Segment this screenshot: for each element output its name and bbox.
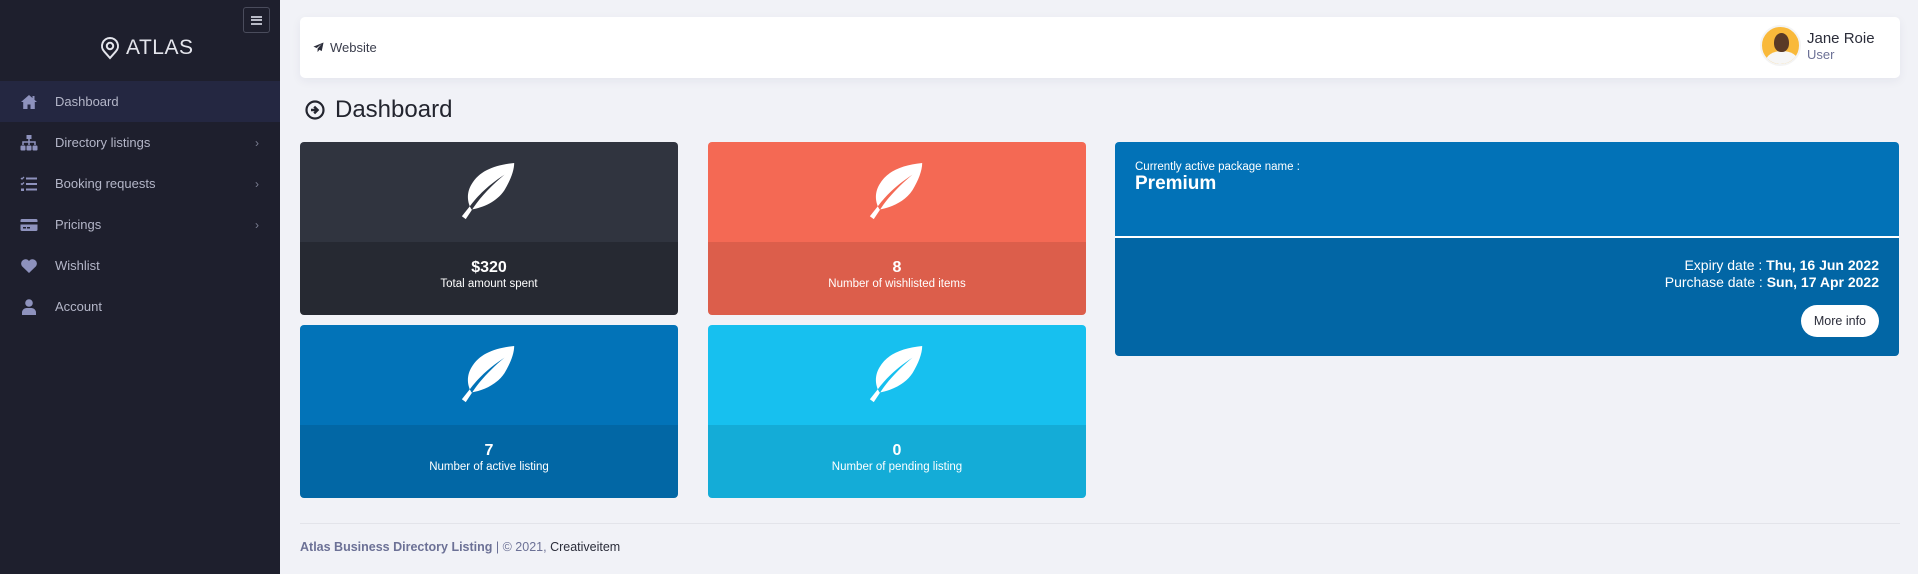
- sidebar-item-label: Booking requests: [55, 176, 156, 191]
- footer-divider: [300, 523, 1900, 524]
- purchase-date: Purchase date : Sun, 17 Apr 2022: [1665, 274, 1879, 291]
- stat-value: 8: [892, 258, 902, 276]
- credit-card-icon: [20, 217, 38, 233]
- arrow-circle-right-icon: [305, 100, 325, 120]
- website-link[interactable]: Website: [313, 17, 377, 78]
- footer-company: Creativeitem: [550, 540, 621, 554]
- sitemap-icon: [20, 134, 38, 151]
- sidebar-toggle-button[interactable]: [243, 7, 270, 33]
- active-package-card: Currently active package name : Premium …: [1115, 142, 1899, 356]
- sidebar-nav: Dashboard Directory listings › Booking r…: [0, 81, 280, 327]
- user-name: Jane Roie: [1807, 29, 1875, 47]
- sidebar-item-label: Wishlist: [55, 258, 100, 273]
- purchase-value: Sun, 17 Apr 2022: [1766, 274, 1879, 290]
- expiry-label: Expiry date :: [1684, 257, 1767, 273]
- stat-caption: Number of active listing: [429, 460, 549, 473]
- logo[interactable]: ATLAS: [100, 36, 193, 60]
- page-title-text: Dashboard: [335, 96, 453, 123]
- sidebar-item-account[interactable]: Account: [0, 286, 280, 327]
- chevron-right-icon: ›: [255, 135, 259, 150]
- top-header: Website Jane Roie User: [300, 17, 1900, 78]
- sidebar-item-dashboard[interactable]: Dashboard: [0, 81, 280, 122]
- package-label: Currently active package name :: [1135, 161, 1300, 173]
- sidebar-item-directory-listings[interactable]: Directory listings ›: [0, 122, 280, 163]
- user-role: User: [1807, 46, 1835, 62]
- page-title: Dashboard: [305, 96, 452, 124]
- more-info-button[interactable]: More info: [1800, 305, 1879, 337]
- stat-caption: Number of wishlisted items: [828, 277, 966, 290]
- user-menu[interactable]: Jane Roie User: [1760, 25, 1875, 66]
- logo-text: ATLAS: [126, 36, 194, 59]
- expiry-date: Expiry date : Thu, 16 Jun 2022: [1665, 257, 1879, 274]
- sidebar: ATLAS Dashboard Directory listings › Boo…: [0, 0, 280, 574]
- home-icon: [20, 94, 38, 110]
- stat-value: 7: [484, 441, 494, 459]
- chevron-right-icon: ›: [255, 176, 259, 191]
- stat-caption: Total amount spent: [440, 277, 538, 290]
- tasks-list-icon: [20, 176, 38, 192]
- sidebar-item-wishlist[interactable]: Wishlist: [0, 245, 280, 286]
- stat-value: 0: [892, 441, 902, 459]
- leaf-icon: [869, 162, 923, 220]
- sidebar-item-label: Account: [55, 299, 102, 314]
- leaf-icon: [869, 345, 923, 403]
- avatar: [1760, 25, 1801, 66]
- footer-copyright: | © 2021,: [492, 540, 551, 554]
- package-name: Premium: [1135, 173, 1217, 194]
- user-icon: [20, 298, 38, 315]
- purchase-label: Purchase date :: [1664, 274, 1767, 290]
- stat-card-wishlisted-items[interactable]: 8 Number of wishlisted items: [708, 142, 1086, 315]
- sidebar-item-label: Pricings: [55, 217, 102, 232]
- footer-brand-link[interactable]: Atlas Business Directory Listing: [300, 540, 492, 554]
- sidebar-item-booking-requests[interactable]: Booking requests ›: [0, 163, 280, 204]
- stat-card-total-spent[interactable]: $320 Total amount spent: [300, 142, 678, 315]
- heart-icon: [20, 258, 38, 274]
- sidebar-item-label: Dashboard: [55, 94, 119, 109]
- hamburger-icon: [251, 15, 262, 25]
- expiry-value: Thu, 16 Jun 2022: [1766, 257, 1879, 273]
- stat-value: $320: [471, 258, 507, 276]
- stat-card-active-listing[interactable]: 7 Number of active listing: [300, 325, 678, 498]
- leaf-icon: [461, 162, 515, 220]
- leaf-icon: [461, 345, 515, 403]
- website-label: Website: [330, 40, 377, 55]
- stat-card-pending-listing[interactable]: 0 Number of pending listing: [708, 325, 1086, 498]
- sidebar-item-pricings[interactable]: Pricings ›: [0, 204, 280, 245]
- sidebar-item-label: Directory listings: [55, 135, 151, 150]
- map-pin-icon: [101, 36, 119, 60]
- footer: Atlas Business Directory Listing | © 202…: [300, 540, 620, 554]
- paper-plane-icon: [313, 42, 324, 53]
- chevron-right-icon: ›: [255, 217, 259, 232]
- stat-caption: Number of pending listing: [831, 460, 963, 473]
